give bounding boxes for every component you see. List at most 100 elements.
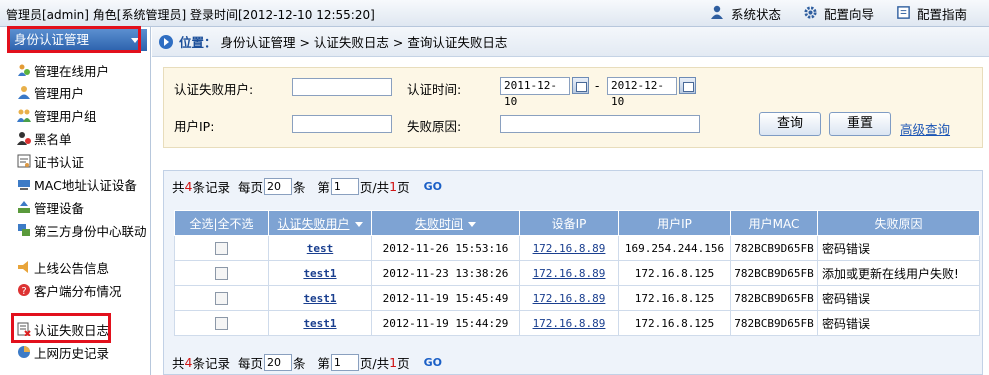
sidebar-item-label: 证书认证 [34,154,85,170]
select-all-toggle[interactable]: 全选|全不选 [174,210,269,236]
sidebar-item-user-groups[interactable]: 管理用户组 [17,105,97,125]
sidebar-item-client-distribution[interactable]: ? 客户端分布情况 [17,280,122,300]
page-input[interactable]: 1 [330,177,359,195]
pager-text: 条 [292,355,306,371]
fail-time: 2012-11-19 15:45:49 [371,285,520,311]
auth-fail-table: 全选|全不选 认证失败用户 失败时间 设备IP 用户IP 用户MAC 失败原因 … [174,210,980,336]
sidebar-item-label: 管理用户组 [34,108,97,124]
pager-text: 页 [397,355,410,371]
gear-icon [803,5,818,23]
system-status-link[interactable]: 系统状态 [709,4,781,23]
device-ip-link[interactable]: 172.16.8.89 [533,242,606,255]
auth-fail-log-icon [17,322,31,337]
pager-text: 页/共 [359,179,390,195]
column-header-user-ip: 用户IP [618,210,731,236]
pager-text: 每页 [237,179,263,195]
config-wizard-link[interactable]: 配置向导 [803,4,874,23]
sort-desc-icon [468,221,476,227]
date-range-dash: - [595,79,600,93]
fail-time: 2012-11-19 15:44:29 [371,310,520,336]
row-checkbox[interactable] [215,266,228,280]
column-header-device-ip: 设备IP [519,210,619,236]
column-header-label: 失败时间 [414,216,463,231]
pager-text: 第 [317,355,330,371]
reason-input[interactable] [500,115,700,133]
sidebar-item-users[interactable]: 管理用户 [17,82,84,102]
date-to-input[interactable]: 2012-12-10 [607,77,677,108]
sidebar-item-label: 认证失败日志 [34,322,110,338]
device-icon [17,200,31,214]
user-ip: 172.16.8.125 [618,285,731,311]
pager-text: 共 [172,355,185,371]
sidebar-item-certificate[interactable]: 证书认证 [17,151,84,171]
user-mac: 782BCB9D65FB [730,310,818,336]
user-link[interactable]: test1 [303,267,336,280]
user-ip-input[interactable] [292,115,392,133]
record-count: 4 [184,354,193,370]
sidebar-item-label: 管理在线用户 [34,63,110,79]
sidebar-item-third-party[interactable]: 第三方身份中心联动 [17,220,147,240]
device-ip-link[interactable]: 172.16.8.89 [533,267,606,280]
query-button[interactable]: 查询 [759,112,821,136]
sidebar-header-label: 身份认证管理 [14,32,90,47]
calendar-icon[interactable] [679,77,696,94]
device-ip-link[interactable]: 172.16.8.89 [533,292,606,305]
sidebar-item-history[interactable]: 上网历史记录 [17,342,109,362]
system-status-label: 系统状态 [730,7,781,22]
sidebar-header[interactable]: 身份认证管理 [10,29,147,51]
sidebar-item-label: 黑名单 [34,131,72,147]
result-panel: 共 4 条记录 每页 20 条 第 1 页/共 1 页 GO 全选|全不选 认证失败用户 失败时间… [163,170,983,375]
fail-time: 2012-11-23 13:38:26 [371,260,520,286]
user-mac: 782BCB9D65FB [730,285,818,311]
go-button[interactable]: GO [424,180,442,193]
user-link[interactable]: test1 [303,292,336,305]
config-guide-label: 配置指南 [916,7,967,22]
pager-text: 第 [317,179,330,195]
sidebar-item-announcements[interactable]: 上线公告信息 [17,257,109,277]
table-row: test1 2012-11-19 15:45:49 172.16.8.89 17… [174,285,980,311]
advanced-query-link[interactable]: 高级查询 [900,119,950,138]
row-checkbox[interactable] [215,241,228,255]
per-page-input[interactable]: 20 [263,353,292,371]
guide-book-icon [896,5,911,23]
login-info: 管理员[admin] 角色[系统管理员] 登录时间[2012-12-10 12:… [6,8,375,22]
calendar-icon[interactable] [572,77,589,94]
sidebar-item-label: 上线公告信息 [34,260,110,276]
per-page-input[interactable]: 20 [263,177,292,195]
config-guide-link[interactable]: 配置指南 [896,4,967,23]
device-ip-link[interactable]: 172.16.8.89 [533,317,606,330]
sidebar-item-mac-devices[interactable]: MAC地址认证设备 [17,174,137,194]
top-links: 系统状态 配置向导 配置指南 [687,4,967,23]
column-header-user[interactable]: 认证失败用户 [268,210,372,236]
row-checkbox[interactable] [215,291,228,305]
sort-desc-icon [354,221,363,227]
blacklist-icon [17,131,31,145]
user-link[interactable]: test [307,242,334,255]
user-link[interactable]: test1 [303,317,336,330]
user-ip-label: 用户IP: [174,119,215,134]
reset-button[interactable]: 重置 [829,112,891,136]
time-label: 认证时间: [407,82,462,97]
sidebar-item-online-users[interactable]: 管理在线用户 [17,60,109,80]
announcement-icon [17,260,31,274]
pager-text: 条 [292,179,306,195]
sidebar-item-auth-fail-log[interactable]: 认证失败日志 [17,319,109,339]
sidebar-item-devices[interactable]: 管理设备 [17,197,84,217]
sidebar-item-blacklist[interactable]: 黑名单 [17,128,72,148]
client-distribution-icon: ? [17,283,31,297]
breadcrumb: 位置： 身份认证管理 > 认证失败日志 > 查询认证失败日志 [152,27,989,57]
column-header-time[interactable]: 失败时间 [371,210,520,236]
go-button[interactable]: GO [424,356,442,369]
user-mac: 782BCB9D65FB [730,235,818,261]
user-input[interactable] [292,78,392,96]
date-from-input[interactable]: 2011-12-10 [500,77,570,108]
sidebar-item-label: 客户端分布情况 [34,283,122,299]
page-input[interactable]: 1 [330,353,359,371]
page-count: 1 [389,354,398,370]
pager-text: 条记录 [192,179,230,195]
user-ip: 172.16.8.125 [618,310,731,336]
row-checkbox[interactable] [215,316,228,330]
online-users-icon [17,63,31,77]
column-header-reason: 失败原因 [817,210,980,236]
pager-bottom: 共 4 条记录 每页 20 条 第 1 页/共 1 页 GO [172,352,442,372]
